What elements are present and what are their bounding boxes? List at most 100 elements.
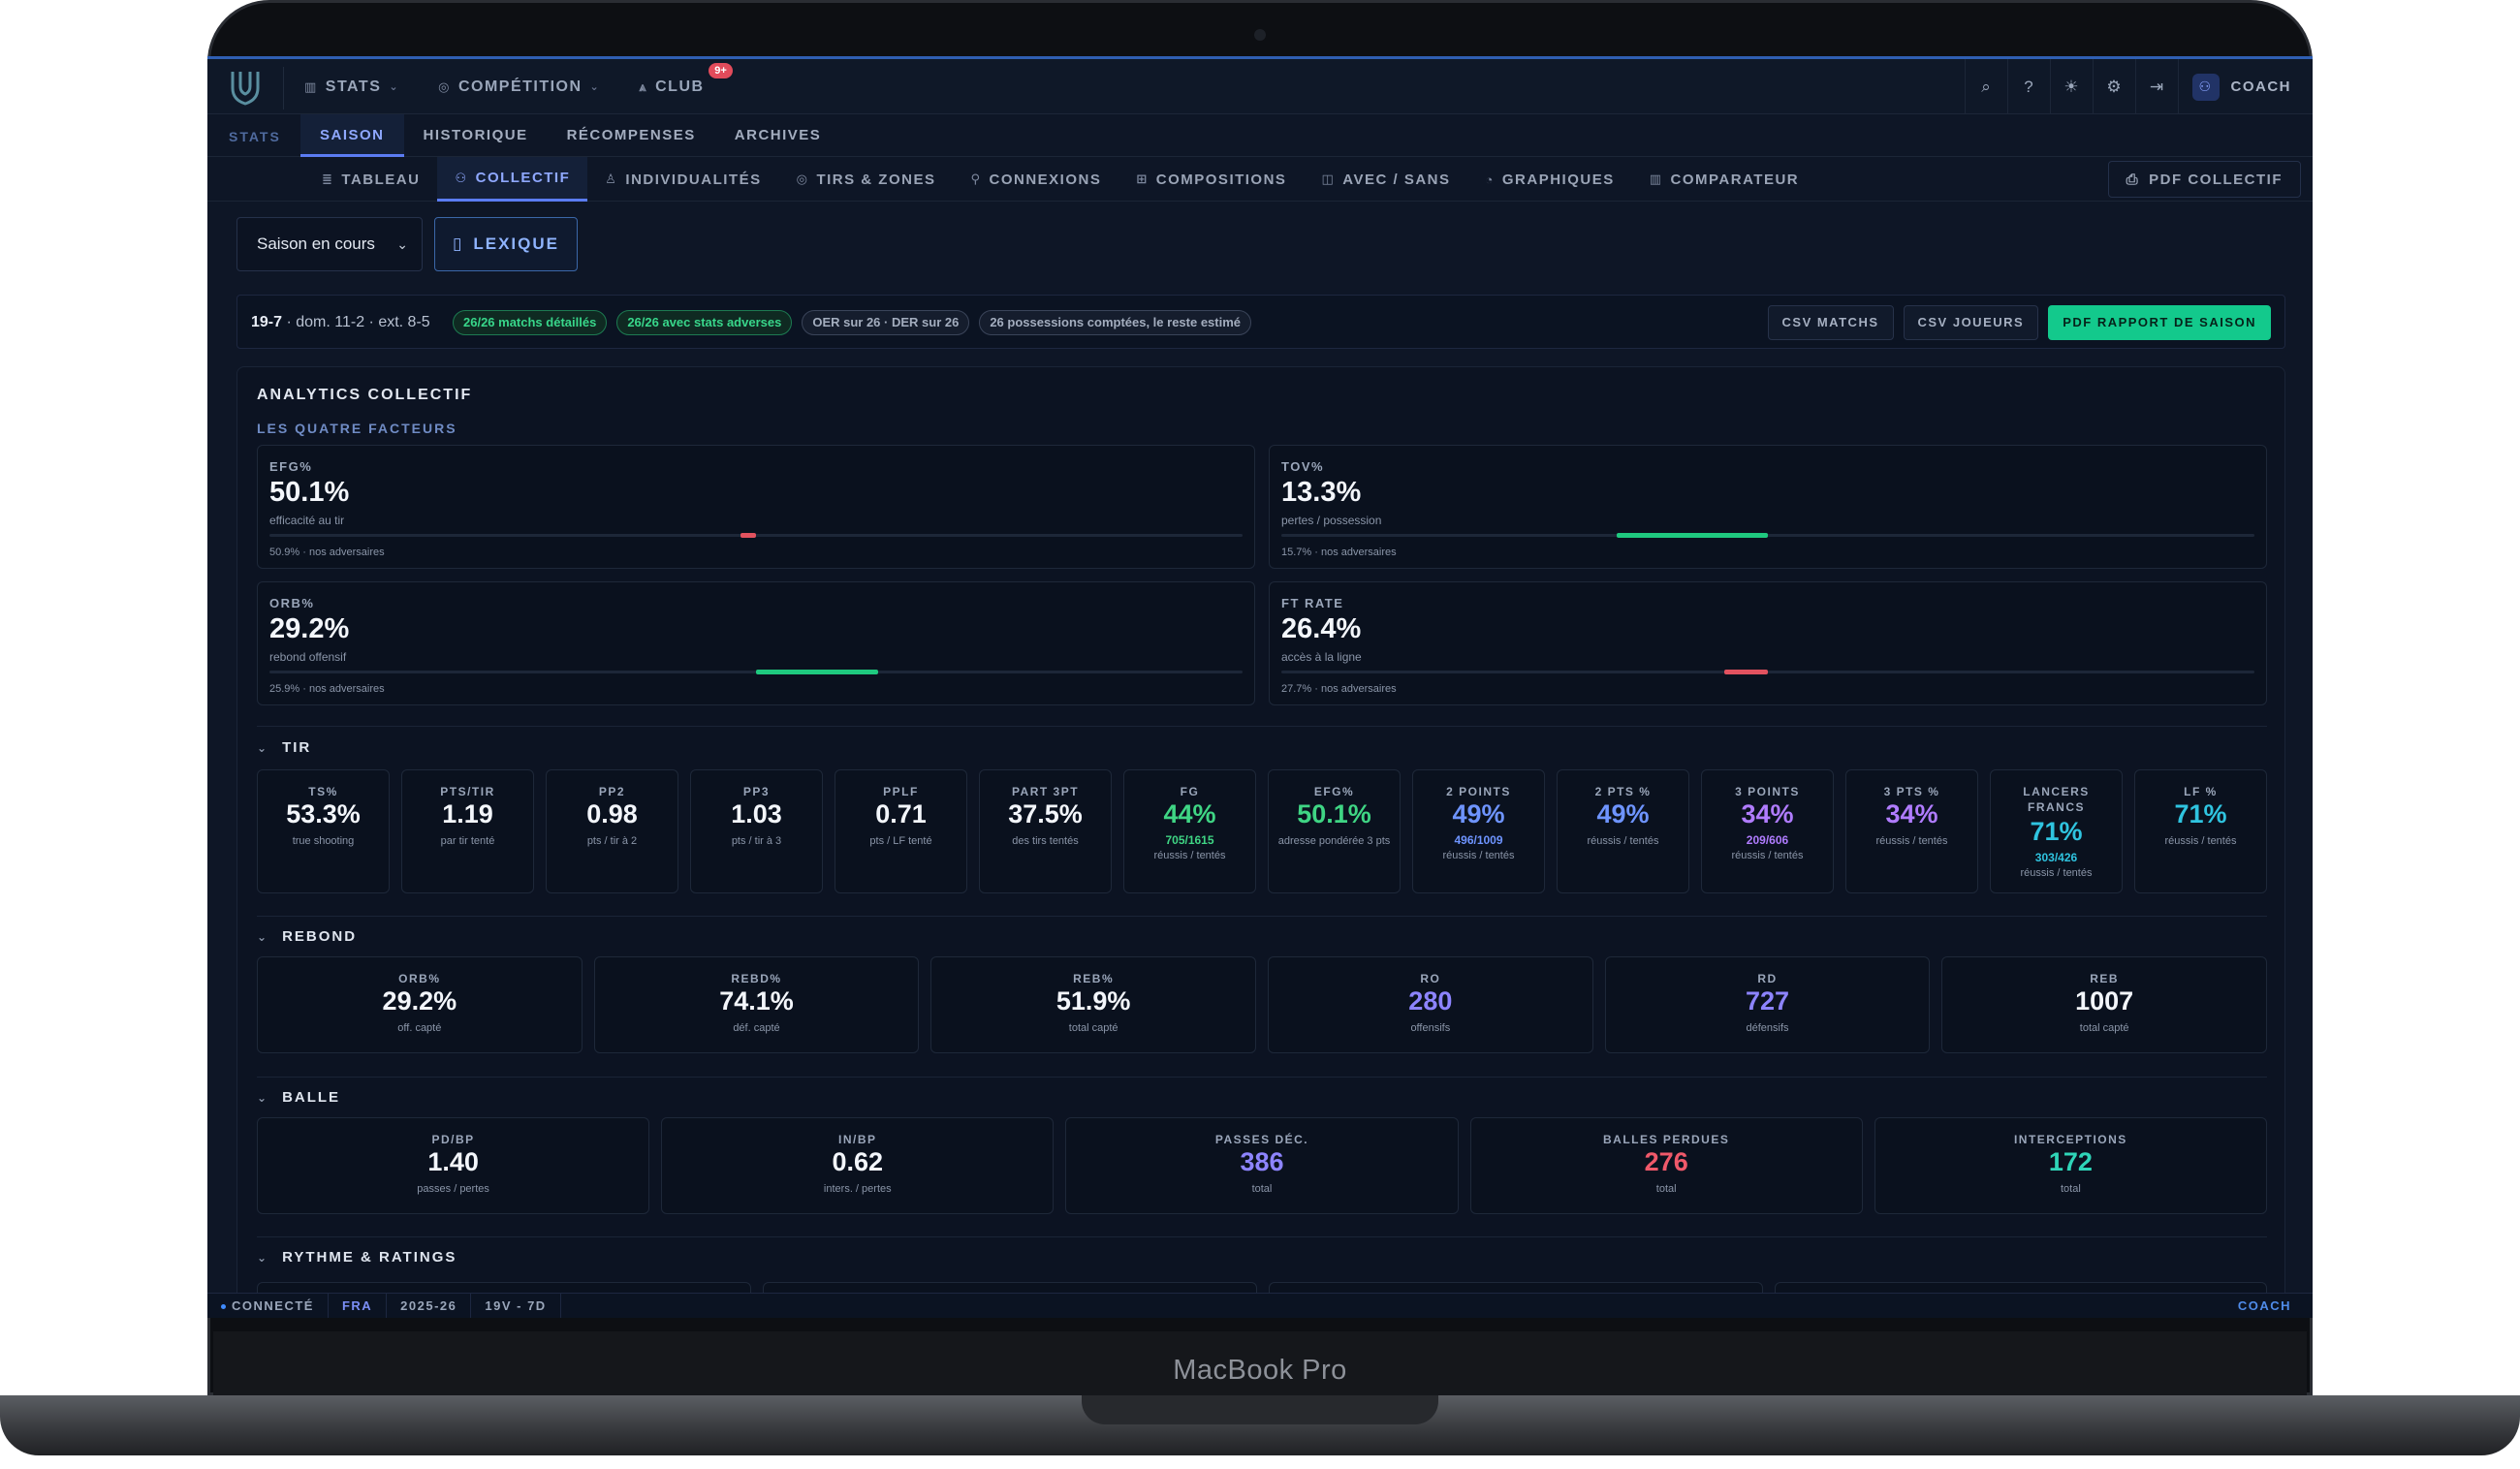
- factor-label: TOV%: [1281, 459, 1325, 474]
- stat-label: 3 POINTS: [1735, 785, 1800, 798]
- stat-value: 0.71: [875, 799, 927, 828]
- stat-desc: inters. / pertes: [823, 1183, 892, 1195]
- app-screen: ▥ STATS ⌄ ◎ COMPÉTITION ⌄ ⩓ CLUB 9+ ⌕ ?: [207, 56, 2313, 1318]
- stat-label: REBD%: [731, 972, 782, 985]
- season-select[interactable]: Saison en cours ⌄: [236, 217, 423, 271]
- stat-label: REB: [2090, 972, 2120, 985]
- stat-desc: total: [1655, 1183, 1677, 1195]
- search-button[interactable]: ⌕: [1964, 59, 2007, 114]
- factor-desc: rebond offensif: [269, 650, 347, 664]
- stat-value: 1.19: [442, 799, 493, 828]
- tir-stat-card: 3 POINTS 34% 209/606 réussis / tentés: [1701, 769, 1834, 893]
- factor-bar-fill: [1617, 533, 1768, 538]
- nav-stats[interactable]: ▥ STATS ⌄: [304, 78, 399, 96]
- stat-desc: par tir tenté: [440, 835, 495, 847]
- stat-label: 2 PTS %: [1594, 785, 1652, 798]
- role-indicator: COACH: [2237, 1298, 2291, 1313]
- pdf-rapport-button[interactable]: PDF RAPPORT DE SAISON: [2048, 305, 2271, 340]
- factor-bar-fill: [1723, 670, 1768, 674]
- nav-competition-label: COMPÉTITION: [457, 78, 583, 95]
- view-tabs: ≣ TABLEAU ⚇ COLLECTIF ♙ INDIVIDUALITÉS ◎ TIR…: [304, 157, 1816, 202]
- analytics-title: ANALYTICS COLLECTIF: [257, 387, 473, 403]
- stat-desc: total capté: [1068, 1022, 1118, 1034]
- csv-joueurs-button[interactable]: CSV JOUEURS: [1903, 305, 2039, 340]
- app-logo-icon[interactable]: [229, 69, 262, 106]
- section-balle-toggle[interactable]: ⌄ BALLE: [257, 1089, 340, 1106]
- sub-nav-section-label: STATS: [229, 129, 281, 144]
- csv-matchs-button[interactable]: CSV MATCHS: [1767, 305, 1894, 340]
- team-icon: ⚇: [455, 170, 468, 185]
- theme-toggle-button[interactable]: ☀: [2049, 59, 2093, 114]
- tab-compositions[interactable]: ⊞ COMPOSITIONS: [1118, 157, 1304, 202]
- rebond-stat-card: ORB% 29.2% off. capté: [257, 956, 583, 1053]
- tab-graphiques[interactable]: ◔ GRAPHIQUES: [1468, 157, 1632, 202]
- tab-label: INDIVIDUALITÉS: [625, 171, 762, 188]
- stat-value: 74.1%: [719, 986, 794, 1016]
- tab-tirs-zones[interactable]: ◎ TIRS & ZONES: [779, 157, 954, 202]
- stat-label: LF %: [2184, 785, 2218, 798]
- status-bar: CONNECTÉ FRA 2025-26 19V - 7D COACH: [207, 1293, 2313, 1318]
- tab-collectif[interactable]: ⚇ COLLECTIF: [437, 157, 588, 202]
- factor-bar-track: [1281, 670, 2254, 674]
- section-title: TIR: [282, 739, 312, 756]
- rebond-stat-card: REB% 51.9% total capté: [930, 956, 1256, 1053]
- tab-label: COMPARATEUR: [1670, 171, 1800, 188]
- logout-button[interactable]: ⇥: [2134, 59, 2178, 114]
- section-tir-toggle[interactable]: ⌄ TIR: [257, 739, 311, 756]
- tab-archives[interactable]: ARCHIVES: [715, 114, 841, 157]
- section-rebond-toggle[interactable]: ⌄ REBOND: [257, 928, 357, 945]
- stat-desc: adresse pondérée 3 pts: [1277, 835, 1391, 847]
- stat-label: PPLF: [883, 785, 919, 798]
- record-value: 19-7: [251, 314, 283, 330]
- factor-value: 26.4%: [1281, 613, 1362, 644]
- stat-made-attempted: 496/1009: [1454, 833, 1503, 847]
- language-indicator[interactable]: FRA: [329, 1293, 388, 1318]
- section-title: REBOND: [282, 928, 358, 945]
- tab-tableau[interactable]: ≣ TABLEAU: [304, 157, 437, 202]
- tir-stat-card: EFG% 50.1% adresse pondérée 3 pts: [1268, 769, 1401, 893]
- stat-value: 1007: [2075, 986, 2134, 1016]
- tab-historique[interactable]: HISTORIQUE: [404, 114, 548, 157]
- settings-button[interactable]: ⚙: [2092, 59, 2135, 114]
- pdf-icon: ⎙: [2126, 171, 2140, 188]
- tab-individualites[interactable]: ♙ INDIVIDUALITÉS: [587, 157, 778, 202]
- nav-competition[interactable]: ◎ COMPÉTITION ⌄: [438, 78, 600, 96]
- stat-desc: passes / pertes: [417, 1183, 489, 1195]
- tab-label: GRAPHIQUES: [1501, 171, 1615, 188]
- club-icon: ⩓: [639, 78, 648, 94]
- tab-saison[interactable]: SAISON: [300, 114, 404, 157]
- stat-desc: des tirs tentés: [1012, 835, 1079, 847]
- factor-card: ORB% 29.2% rebond offensif 25.9% · nos adve…: [257, 581, 1255, 705]
- stat-value: 53.3%: [286, 799, 361, 828]
- tab-avec-sans[interactable]: ◫ AVEC / SANS: [1304, 157, 1467, 202]
- stat-value: 51.9%: [1055, 986, 1131, 1016]
- stat-desc: pts / LF tenté: [869, 835, 932, 847]
- tab-connexions[interactable]: ⚲ CONNEXIONS: [953, 157, 1118, 202]
- factor-bar-track: [269, 670, 1243, 674]
- stat-desc: déf. capté: [733, 1022, 780, 1034]
- top-bar: ▥ STATS ⌄ ◎ COMPÉTITION ⌄ ⩓ CLUB 9+ ⌕ ?: [207, 56, 2313, 114]
- top-nav: ▥ STATS ⌄ ◎ COMPÉTITION ⌄ ⩓ CLUB 9+: [304, 59, 733, 114]
- stat-desc: réussis / tentés: [1153, 850, 1226, 861]
- stat-value: 50.1%: [1297, 799, 1371, 828]
- user-menu[interactable]: ⚇ COACH: [2177, 59, 2314, 114]
- user-label: COACH: [2230, 78, 2291, 95]
- pdf-collectif-button[interactable]: ⎙ PDF COLLECTIF: [2107, 161, 2301, 198]
- stat-value: 34%: [1741, 799, 1794, 828]
- tab-recompenses[interactable]: RÉCOMPENSES: [548, 114, 715, 157]
- help-icon: ?: [2024, 77, 2033, 96]
- divider: [257, 726, 2267, 727]
- nav-club[interactable]: ⩓ CLUB 9+: [639, 62, 733, 96]
- factor-value: 50.1%: [269, 477, 350, 508]
- section-rythme-toggle[interactable]: ⌄ RYTHME & RATINGS: [257, 1249, 457, 1266]
- stat-label: FG: [1180, 785, 1200, 798]
- stat-desc: réussis / tentés: [1731, 850, 1804, 861]
- tir-stat-card: LF % 71% réussis / tentés: [2134, 769, 2267, 893]
- link-icon: ⚲: [970, 172, 982, 186]
- lexique-button[interactable]: ▯ LEXIQUE: [434, 217, 578, 271]
- help-button[interactable]: ?: [2006, 59, 2050, 114]
- rebond-stat-card: REB 1007 total capté: [1941, 956, 2267, 1053]
- top-icons: ⌕ ? ☀ ⚙ ⇥ ⚇ COACH: [1964, 59, 2314, 114]
- tab-label: AVEC / SANS: [1342, 171, 1451, 188]
- tab-comparateur[interactable]: ▥ COMPARATEUR: [1632, 157, 1816, 202]
